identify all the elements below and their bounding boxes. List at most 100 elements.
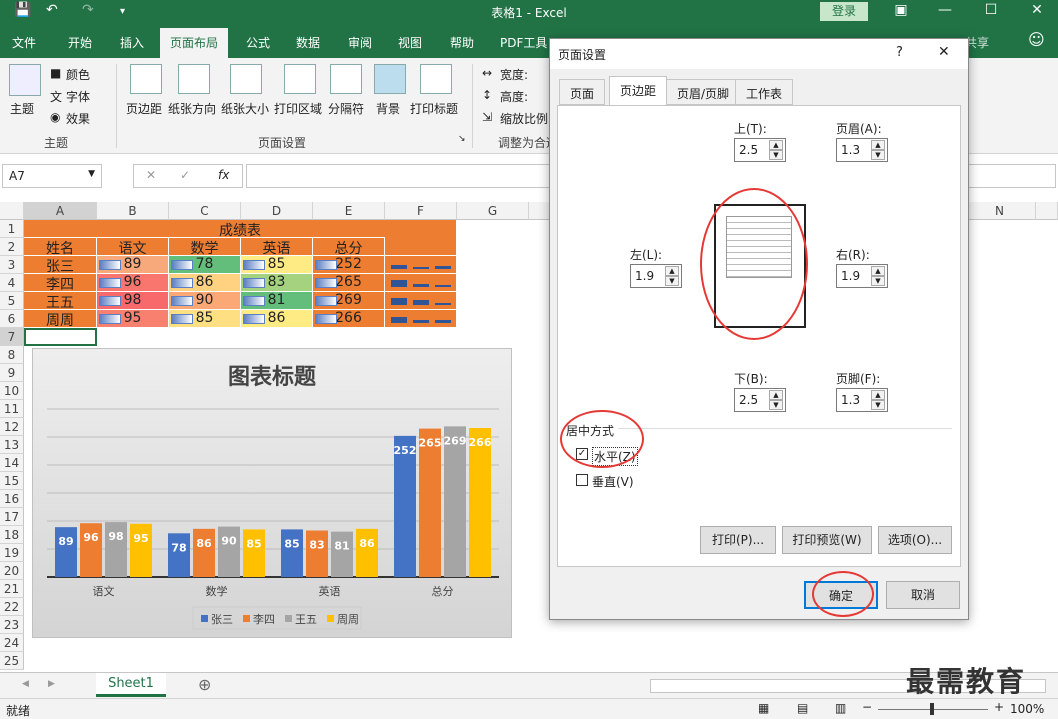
spin-up-icon[interactable]: ▲ <box>871 266 885 276</box>
zoom-level[interactable]: 100% <box>1010 702 1044 716</box>
page-layout-view-icon[interactable]: ▤ <box>797 701 808 715</box>
table-cell-total[interactable]: 269 <box>313 292 385 310</box>
tab-pdf[interactable]: PDF工具 <box>500 34 547 51</box>
row-header-11[interactable]: 11 <box>0 400 24 418</box>
sparkline-cell[interactable] <box>385 256 457 274</box>
tab-header-footer[interactable]: 页眉/页脚 <box>666 79 741 105</box>
table-cell-name[interactable]: 周周 <box>24 310 97 329</box>
row-header-9[interactable]: 9 <box>0 364 24 382</box>
page-setup-launcher-icon[interactable]: ↘ <box>458 134 466 144</box>
table-cell-chinese[interactable]: 96 <box>97 274 169 292</box>
print-area-button[interactable]: 打印区域 <box>274 100 322 117</box>
tab-margins[interactable]: 页边距 <box>609 76 668 106</box>
table-cell-total[interactable]: 252 <box>313 256 385 274</box>
print-titles-button[interactable]: 打印标题 <box>410 100 458 117</box>
table-cell-chinese[interactable]: 95 <box>97 310 169 328</box>
row-header-2[interactable]: 2 <box>0 238 24 256</box>
sparkline-cell[interactable] <box>385 274 457 292</box>
spin-up-icon[interactable]: ▲ <box>769 140 783 150</box>
row-header-1[interactable]: 1 <box>0 220 24 238</box>
row-header-10[interactable]: 10 <box>0 382 24 400</box>
column-header-n[interactable]: N <box>964 202 1036 220</box>
next-sheet-icon[interactable]: ▶ <box>48 679 55 689</box>
table-cell-math[interactable]: 85 <box>169 310 241 328</box>
normal-view-icon[interactable]: ▦ <box>758 701 769 715</box>
orientation-button[interactable]: 纸张方向 <box>168 100 216 117</box>
add-sheet-icon[interactable]: ⊕ <box>198 675 211 694</box>
table-cell-english[interactable]: 85 <box>241 256 313 274</box>
tab-page[interactable]: 页面 <box>559 79 606 105</box>
tab-page-layout[interactable]: 页面布局 <box>160 28 229 58</box>
row-header-23[interactable]: 23 <box>0 616 24 634</box>
column-header-f[interactable]: F <box>385 202 457 220</box>
ribbon-display-icon[interactable]: ▣ <box>886 2 916 18</box>
table-cell-math[interactable]: 90 <box>169 292 241 310</box>
row-header-3[interactable]: 3 <box>0 256 24 274</box>
row-header-17[interactable]: 17 <box>0 508 24 526</box>
minimize-icon[interactable]: — <box>930 2 960 18</box>
colors-button[interactable]: 颜色 <box>66 66 90 83</box>
margins-button[interactable]: 页边距 <box>126 100 162 117</box>
row-header-12[interactable]: 12 <box>0 418 24 436</box>
header-name[interactable]: 姓名 <box>24 238 97 257</box>
row-header-18[interactable]: 18 <box>0 526 24 544</box>
page-break-view-icon[interactable]: ▥ <box>835 701 846 715</box>
vertical-checkbox[interactable] <box>576 474 588 486</box>
column-header-e[interactable]: E <box>313 202 385 220</box>
column-header-g[interactable]: G <box>457 202 529 220</box>
row-header-4[interactable]: 4 <box>0 274 24 292</box>
header-total[interactable]: 总分 <box>313 238 385 257</box>
tab-data[interactable]: 数据 <box>296 34 320 51</box>
tab-file[interactable]: 文件 <box>12 34 36 51</box>
cancel-icon[interactable]: ✕ <box>146 168 156 182</box>
spin-up-icon[interactable]: ▲ <box>871 140 885 150</box>
table-cell-name[interactable]: 王五 <box>24 292 97 311</box>
size-button[interactable]: 纸张大小 <box>221 100 269 117</box>
spin-up-icon[interactable]: ▲ <box>871 390 885 400</box>
options-button[interactable]: 选项(O)... <box>878 526 952 554</box>
row-header-25[interactable]: 25 <box>0 652 24 670</box>
row-header-24[interactable]: 24 <box>0 634 24 652</box>
close-window-icon[interactable]: ✕ <box>1022 2 1052 18</box>
table-cell-total[interactable]: 265 <box>313 274 385 292</box>
table-cell-chinese[interactable]: 98 <box>97 292 169 310</box>
spin-down-icon[interactable]: ▼ <box>769 150 783 160</box>
spin-down-icon[interactable]: ▼ <box>871 276 885 286</box>
zoom-out-icon[interactable]: − <box>862 700 872 714</box>
left-margin-spinner[interactable]: 1.9 ▲ ▼ <box>630 264 682 288</box>
sparkline-cell[interactable] <box>385 310 457 328</box>
fonts-button[interactable]: 字体 <box>66 88 90 105</box>
tab-review[interactable]: 审阅 <box>348 34 372 51</box>
close-icon[interactable]: ✕ <box>938 44 950 60</box>
table-cell-chinese[interactable]: 89 <box>97 256 169 274</box>
smiley-icon[interactable]: ☺ <box>1028 30 1045 49</box>
bottom-margin-spinner[interactable]: 2.5 ▲ ▼ <box>734 388 786 412</box>
name-box[interactable]: A7 ▼ <box>2 164 102 188</box>
cancel-button[interactable]: 取消 <box>886 581 960 609</box>
tab-help[interactable]: 帮助 <box>450 34 474 51</box>
table-cell-total[interactable]: 266 <box>313 310 385 328</box>
vertical-checkbox-label[interactable]: 垂直(V) <box>592 473 634 490</box>
selected-cell-a7[interactable] <box>24 328 97 346</box>
column-header-b[interactable]: B <box>97 202 169 220</box>
row-header-20[interactable]: 20 <box>0 562 24 580</box>
row-header-19[interactable]: 19 <box>0 544 24 562</box>
help-button[interactable]: ? <box>896 45 903 60</box>
sparkline-header-cell[interactable] <box>385 220 457 256</box>
tab-insert[interactable]: 插入 <box>120 34 144 51</box>
spin-down-icon[interactable]: ▼ <box>769 400 783 410</box>
breaks-button[interactable]: 分隔符 <box>328 100 364 117</box>
table-cell-english[interactable]: 81 <box>241 292 313 310</box>
chart[interactable]: 图表标题 89 96 98 95 语文 78 86 90 85 数学 85 83 81 86 英语 252 26… <box>32 348 512 638</box>
row-header-5[interactable]: 5 <box>0 292 24 310</box>
row-header-14[interactable]: 14 <box>0 454 24 472</box>
spin-down-icon[interactable]: ▼ <box>871 150 885 160</box>
tab-formulas[interactable]: 公式 <box>246 34 270 51</box>
zoom-in-icon[interactable]: + <box>994 700 1004 714</box>
spin-down-icon[interactable]: ▼ <box>665 276 679 286</box>
header-margin-spinner[interactable]: 1.3 ▲ ▼ <box>836 138 888 162</box>
column-header-a[interactable]: A <box>24 202 97 220</box>
table-cell-english[interactable]: 83 <box>241 274 313 292</box>
print-preview-button[interactable]: 打印预览(W) <box>782 526 872 554</box>
table-cell-name[interactable]: 张三 <box>24 256 97 275</box>
